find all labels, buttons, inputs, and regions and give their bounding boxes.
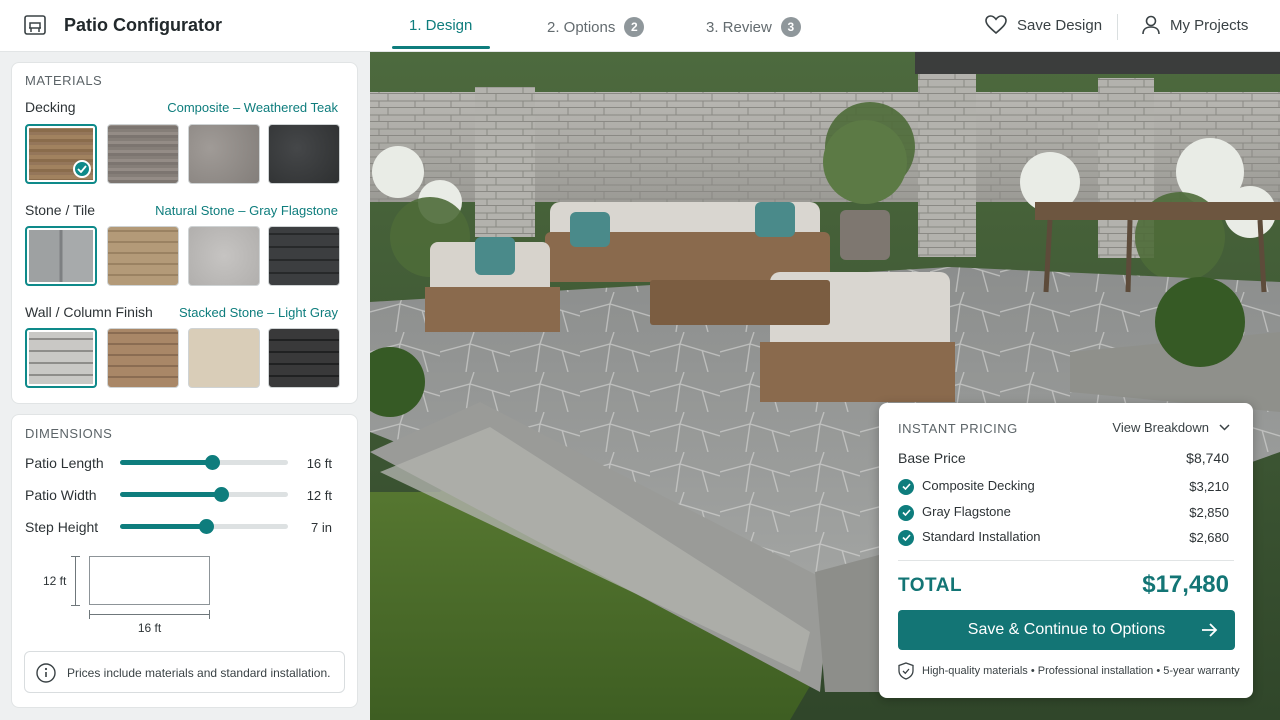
decking-swatch-weathered-teak[interactable] <box>25 124 97 184</box>
wall-swatch-brick-tan[interactable] <box>107 328 179 388</box>
line-item-label: Gray Flagstone <box>922 504 1011 519</box>
line-item-value: $3,210 <box>1189 478 1229 494</box>
base-price-row: Base Price $8,740 <box>898 450 1229 466</box>
step-height-label: Step Height <box>25 519 99 535</box>
materials-title: MATERIALS <box>25 73 103 88</box>
pricing-note: Prices include materials and standard in… <box>24 651 345 693</box>
active-step-indicator <box>392 46 490 49</box>
total-label: TOTAL <box>898 575 963 596</box>
stone-tile-label: Stone / Tile <box>25 202 96 218</box>
pricing-card: INSTANT PRICING View Breakdown Base Pric… <box>879 403 1253 698</box>
step-review[interactable]: 3. Review 3 <box>706 17 801 37</box>
slider-fill <box>120 524 206 529</box>
wall-swatch-stacked-light-gray[interactable] <box>25 328 97 388</box>
step-height-value: 7 in <box>311 520 332 535</box>
info-icon <box>36 663 56 683</box>
wall-finish-label: Wall / Column Finish <box>25 304 153 320</box>
decking-swatch-gray-wood[interactable] <box>107 124 179 184</box>
dimensions-card: DIMENSIONS Patio Length 16 ft Patio Widt… <box>11 414 358 708</box>
line-item-value: $2,850 <box>1189 504 1229 520</box>
step-height-slider[interactable] <box>120 519 288 534</box>
slider-handle[interactable] <box>205 455 221 470</box>
left-panel: MATERIALS Decking Composite – Weathered … <box>0 52 370 720</box>
pricing-divider <box>898 560 1234 561</box>
line-item-row: Standard Installation $2,680 <box>898 529 1229 546</box>
pricing-note-text: Prices include materials and standard in… <box>67 666 331 680</box>
wall-finish-selection: Stacked Stone – Light Gray <box>179 305 338 320</box>
wall-swatch-dark-stone[interactable] <box>268 328 340 388</box>
guarantee-text: High-quality materials • Professional in… <box>922 665 1240 677</box>
base-price-value: $8,740 <box>1186 450 1229 466</box>
patio-width-slider[interactable] <box>120 487 288 502</box>
check-circle-icon <box>898 529 914 546</box>
pricing-title: INSTANT PRICING <box>898 421 1018 436</box>
chevron-down-icon <box>1219 424 1230 431</box>
patio-length-value: 16 ft <box>306 456 332 471</box>
dimensions-title: DIMENSIONS <box>25 426 113 441</box>
patio-width-label: Patio Width <box>25 487 97 503</box>
stone-swatch-sandstone[interactable] <box>107 226 179 286</box>
patio-length-slider[interactable] <box>120 455 288 470</box>
patio-outline <box>89 556 210 605</box>
stone-swatch-light-concrete[interactable] <box>188 226 260 286</box>
line-item-row: Gray Flagstone $2,850 <box>898 504 1229 521</box>
diagram-width-label: 16 ft <box>137 621 162 635</box>
decking-swatch-stone-gray[interactable] <box>188 124 260 184</box>
diagram-height-label: 12 ft <box>43 574 67 588</box>
shield-check-icon <box>898 662 914 680</box>
stone-swatch-dark-slate[interactable] <box>268 226 340 286</box>
step-options[interactable]: 2. Options 2 <box>547 17 645 37</box>
step-options-label: 2. Options <box>547 18 616 36</box>
guarantee-row: High-quality materials • Professional in… <box>898 662 1240 680</box>
header-divider <box>1117 14 1118 40</box>
slider-fill <box>120 460 213 465</box>
patio-length-label: Patio Length <box>25 455 104 471</box>
width-dimension-line <box>89 614 210 615</box>
step-review-badge: 3 <box>780 17 801 37</box>
total-value: $17,480 <box>1142 571 1229 598</box>
stone-swatch-gray-flagstone[interactable] <box>25 226 97 286</box>
line-item-row: Composite Decking $3,210 <box>898 478 1229 495</box>
stone-tile-selection: Natural Stone – Gray Flagstone <box>155 203 338 218</box>
step-design-label: 1. Design <box>409 17 473 34</box>
step-review-label: 3. Review <box>706 18 772 36</box>
heart-icon <box>985 15 1007 35</box>
decking-label: Decking <box>25 99 76 115</box>
decking-swatch-charcoal[interactable] <box>268 124 340 184</box>
save-continue-button[interactable]: Save & Continue to Options <box>898 610 1235 650</box>
save-design-label: Save Design <box>1017 16 1103 34</box>
line-item-label: Standard Installation <box>922 529 1041 544</box>
check-circle-icon <box>898 504 914 521</box>
line-item-value: $2,680 <box>1189 529 1229 545</box>
user-icon <box>1142 15 1160 35</box>
slider-fill <box>120 492 221 497</box>
view-breakdown-label: View Breakdown <box>1112 420 1209 435</box>
my-projects-label: My Projects <box>1170 16 1249 34</box>
arrow-right-icon <box>1202 623 1218 637</box>
step-design[interactable]: 1. Design <box>409 17 472 34</box>
patio-logo-icon <box>24 15 46 35</box>
selected-check-icon <box>73 160 91 178</box>
my-projects-button[interactable]: My Projects <box>1142 15 1248 35</box>
save-design-button[interactable]: Save Design <box>985 15 1102 35</box>
patio-width-value: 12 ft <box>306 488 332 503</box>
height-dimension-line <box>75 556 76 605</box>
slider-handle[interactable] <box>198 519 214 534</box>
materials-card: MATERIALS Decking Composite – Weathered … <box>11 62 358 404</box>
slider-handle[interactable] <box>213 487 229 502</box>
app-title: Patio Configurator <box>64 15 222 35</box>
top-bar: Patio Configurator 1. Design 2. Options … <box>0 0 1280 52</box>
decking-selection: Composite – Weathered Teak <box>167 100 338 115</box>
wall-swatch-stucco-beige[interactable] <box>188 328 260 388</box>
view-breakdown-button[interactable]: View Breakdown <box>1112 420 1230 435</box>
save-continue-label: Save & Continue to Options <box>967 621 1166 638</box>
step-options-badge: 2 <box>624 17 645 37</box>
line-item-label: Composite Decking <box>922 478 1035 493</box>
check-circle-icon <box>898 478 914 495</box>
base-price-label: Base Price <box>898 450 966 466</box>
